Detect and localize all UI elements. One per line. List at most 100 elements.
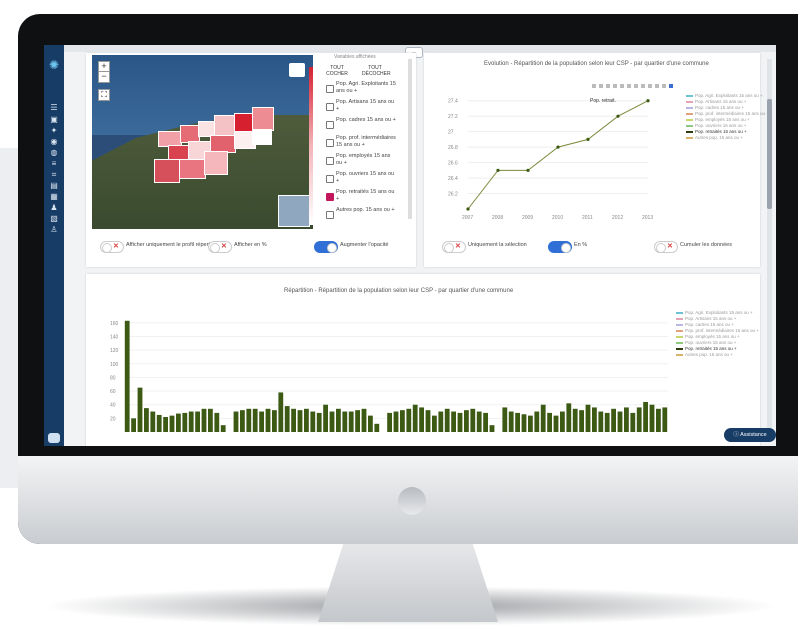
bar[interactable] xyxy=(278,392,284,432)
chart-toolbar-icon[interactable] xyxy=(613,84,617,88)
variables-scrollbar[interactable] xyxy=(408,59,412,219)
chart-toolbar-icon[interactable] xyxy=(606,84,610,88)
chart-toolbar-icon[interactable] xyxy=(592,84,596,88)
toggle-switch[interactable] xyxy=(548,241,572,253)
bar[interactable] xyxy=(310,411,316,432)
bar[interactable] xyxy=(630,412,636,432)
legend-item[interactable]: Pop. prof. intermédiaires 15 ans ou + xyxy=(685,328,759,333)
bar[interactable] xyxy=(656,408,661,432)
bar[interactable] xyxy=(566,403,572,432)
bar[interactable] xyxy=(572,408,578,432)
fullscreen-button[interactable]: ⛶ xyxy=(98,89,110,101)
bar[interactable] xyxy=(611,408,616,432)
assistance-button[interactable]: ⓘ Assistance xyxy=(724,428,776,442)
bar[interactable] xyxy=(617,411,623,432)
variable-checkbox[interactable] xyxy=(326,193,334,201)
list-icon[interactable]: ≡ xyxy=(49,159,59,168)
chart-toolbar-icon[interactable] xyxy=(634,84,638,88)
layers-icon[interactable] xyxy=(289,63,305,77)
bar[interactable] xyxy=(291,408,296,432)
legend-item[interactable]: Pop. retraités 15 ans ou + xyxy=(685,346,737,351)
bar[interactable] xyxy=(636,407,642,432)
legend-item[interactable]: Pop. employés 15 ans ou + xyxy=(695,117,750,122)
bar[interactable] xyxy=(470,408,476,432)
variable-item[interactable]: Pop. Artisans 15 ans ou + xyxy=(324,99,404,117)
data-point[interactable] xyxy=(556,145,560,149)
variable-item[interactable]: Pop. employés 15 ans ou + xyxy=(324,153,404,171)
map-zone[interactable] xyxy=(252,129,272,145)
variable-item[interactable]: Pop. ouvriers 15 ans ou + xyxy=(324,171,404,189)
variable-checkbox[interactable] xyxy=(326,157,334,165)
bar[interactable] xyxy=(316,412,322,432)
bar[interactable] xyxy=(406,408,412,432)
document-icon[interactable]: ▤ xyxy=(49,181,59,190)
bar[interactable] xyxy=(662,407,668,432)
hierarchy-icon[interactable]: ⌗ xyxy=(49,170,59,179)
bar[interactable] xyxy=(220,425,226,432)
data-point[interactable] xyxy=(466,207,470,211)
bar[interactable] xyxy=(387,412,392,432)
legend-item[interactable]: Autres pop. 15 ans ou + xyxy=(685,352,733,357)
chart-toolbar-icon[interactable] xyxy=(662,84,666,88)
bar[interactable] xyxy=(579,410,584,432)
bar[interactable] xyxy=(336,408,341,432)
variable-checkbox[interactable] xyxy=(326,103,334,111)
bar[interactable] xyxy=(451,411,456,432)
scrollbar-thumb[interactable] xyxy=(767,99,772,209)
bar[interactable] xyxy=(342,411,348,432)
bar[interactable] xyxy=(489,425,495,432)
bar[interactable] xyxy=(323,404,328,432)
bar[interactable] xyxy=(521,414,527,432)
toggle-switch[interactable]: ✕ xyxy=(100,241,124,253)
deselect-all-button[interactable]: TOUT DÉCOCHER xyxy=(362,65,391,77)
bar[interactable] xyxy=(188,411,194,432)
bar[interactable] xyxy=(444,408,450,432)
toggle-switch[interactable]: ✕ xyxy=(208,241,232,253)
chart-toolbar-icon[interactable] xyxy=(599,84,603,88)
bar[interactable] xyxy=(265,408,271,432)
bar[interactable] xyxy=(425,410,431,432)
bar[interactable] xyxy=(560,411,565,432)
legend-item[interactable]: Pop. cadres 15 ans ou + xyxy=(695,105,744,110)
zoom-out-button[interactable]: − xyxy=(98,71,110,83)
bar[interactable] xyxy=(547,412,552,432)
legend-item[interactable]: Pop. prof. intermédiaires 15 ans ou + xyxy=(695,111,769,116)
grid-icon[interactable]: ▦ xyxy=(49,192,59,201)
bar[interactable] xyxy=(259,411,264,432)
legend-item[interactable]: Pop. employés 15 ans ou + xyxy=(685,334,740,339)
bar[interactable] xyxy=(329,411,335,432)
legend-item[interactable]: Pop. Artisans 15 ans ou + xyxy=(685,316,736,321)
compass-icon[interactable]: ◉ xyxy=(49,137,59,146)
legend-item[interactable]: Pop. Artisans 15 ans ou + xyxy=(695,99,746,104)
bar[interactable] xyxy=(649,404,655,432)
bar[interactable] xyxy=(624,407,629,432)
data-point[interactable] xyxy=(586,137,590,141)
bar[interactable] xyxy=(284,406,290,432)
data-point[interactable] xyxy=(526,168,530,172)
bar[interactable] xyxy=(137,387,143,432)
bar[interactable] xyxy=(592,407,597,432)
variable-checkbox[interactable] xyxy=(326,175,334,183)
bar[interactable] xyxy=(432,415,437,432)
bar[interactable] xyxy=(182,412,188,432)
map-zone[interactable] xyxy=(214,115,236,137)
variable-checkbox[interactable] xyxy=(326,85,334,93)
bar[interactable] xyxy=(272,410,277,432)
bar[interactable] xyxy=(508,411,514,432)
chart-toolbar-icon[interactable] xyxy=(655,84,659,88)
bar[interactable] xyxy=(534,411,540,432)
variable-item[interactable]: Pop. retraités 15 ans ou + xyxy=(324,189,404,207)
bar[interactable] xyxy=(368,415,373,432)
user-icon[interactable]: ♙ xyxy=(49,225,59,234)
bar[interactable] xyxy=(297,410,303,432)
map-zone[interactable] xyxy=(154,159,180,183)
bar[interactable] xyxy=(553,415,559,432)
menu-icon[interactable]: ☰ xyxy=(49,103,59,112)
chart-toolbar-icon[interactable] xyxy=(641,84,645,88)
legend-item[interactable]: Autres pop. 15 ans ou + xyxy=(695,135,743,140)
legend-item[interactable]: Pop. ouvriers 15 ans ou + xyxy=(685,340,736,345)
chart-toolbar-icon[interactable] xyxy=(648,84,652,88)
variable-checkbox[interactable] xyxy=(326,139,334,147)
legend-item[interactable]: Pop. cadres 15 ans ou + xyxy=(685,322,734,327)
bar[interactable] xyxy=(502,407,508,432)
